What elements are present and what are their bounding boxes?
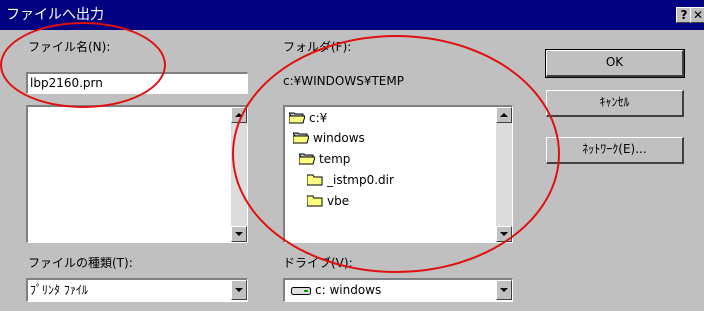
file-list-scrollbar[interactable] — [231, 107, 247, 242]
drive-dropdown-button[interactable] — [496, 280, 512, 300]
drive-icon — [291, 287, 311, 295]
tree-item-label: _istmp0.dir — [327, 173, 394, 187]
filename-input-text: lbp2160.prn — [30, 76, 103, 90]
cancel-button[interactable]: ｷｬﾝｾﾙ — [546, 90, 684, 117]
ok-button[interactable]: OK — [545, 49, 685, 78]
scroll-up-button[interactable] — [496, 107, 512, 123]
close-button[interactable]: ✕ — [690, 7, 704, 23]
filename-label: ファイル名(N): — [28, 40, 111, 54]
filetype-value: ﾌﾟﾘﾝﾀ ﾌｧｲﾙ — [30, 283, 88, 297]
open-folder-icon — [289, 112, 305, 124]
chevron-down-icon — [235, 288, 243, 292]
file-list[interactable] — [26, 105, 248, 243]
network-button[interactable]: ﾈｯﾄﾜｰｸ(E)... — [546, 137, 684, 164]
open-folder-icon — [293, 132, 309, 144]
folder-icon — [307, 195, 323, 207]
open-folder-icon — [299, 153, 315, 165]
folder-label: フォルダ(F): — [283, 40, 352, 54]
filetype-label: ファイルの種類(T): — [28, 256, 133, 270]
folder-tree-scrollbar[interactable] — [496, 107, 512, 242]
drive-label: ドライブ(V): — [283, 256, 353, 270]
annotation-ellipse-filename — [0, 22, 166, 108]
window-title: ファイルへ出力 — [6, 7, 104, 23]
scroll-down-button[interactable] — [231, 226, 247, 242]
scroll-down-button[interactable] — [496, 226, 512, 242]
title-bar[interactable]: ファイルへ出力 ? ✕ — [0, 0, 704, 30]
up-arrow-icon — [235, 113, 243, 117]
folder-icon — [307, 174, 323, 186]
tree-item-label: vbe — [327, 194, 350, 208]
folder-tree[interactable]: c:¥ windows temp _istmp0.dir vbe — [283, 105, 513, 243]
drive-select[interactable]: c: windows — [283, 278, 513, 302]
filename-input[interactable]: lbp2160.prn — [26, 72, 248, 94]
tree-item-label: windows — [313, 131, 365, 145]
drive-value: c: windows — [315, 283, 382, 297]
down-arrow-icon — [235, 232, 243, 236]
file-output-dialog: ファイルへ出力 ? ✕ ファイル名(N): lbp2160.prn フォルダ(F… — [0, 0, 704, 311]
tree-item-label: c:¥ — [309, 111, 328, 125]
tree-item-label: temp — [319, 152, 351, 166]
current-folder-path: c:¥WINDOWS¥TEMP — [283, 74, 404, 88]
filetype-dropdown-button[interactable] — [231, 280, 247, 300]
up-arrow-icon — [500, 113, 508, 117]
chevron-down-icon — [500, 288, 508, 292]
scroll-up-button[interactable] — [231, 107, 247, 123]
down-arrow-icon — [500, 232, 508, 236]
filetype-select[interactable]: ﾌﾟﾘﾝﾀ ﾌｧｲﾙ — [26, 278, 248, 302]
